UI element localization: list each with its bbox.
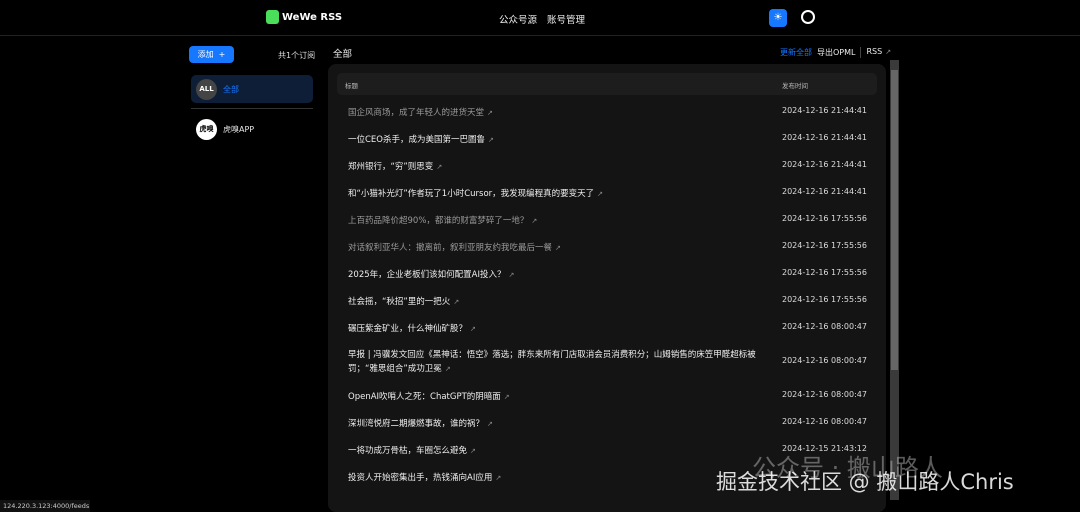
article-title-link[interactable]: 上百药品降价超90%，都谁的财富梦碎了一地？ ↗ — [348, 214, 537, 226]
sidebar-item-label: 全部 — [223, 84, 239, 94]
external-link-icon: ↗ — [470, 325, 476, 333]
article-date: 2024-12-16 17:55:56 — [782, 295, 867, 304]
external-link-icon: ↗ — [488, 136, 494, 144]
article-title: 和“小猫补光灯”作者玩了1小时Cursor，我发现编程真的要变天了 — [348, 189, 595, 199]
external-link-icon: ↗ — [503, 393, 510, 401]
table-header: 标题 发布时间 — [337, 73, 877, 95]
article-date: 2024-12-16 21:44:41 — [782, 187, 867, 196]
theme-toggle-button[interactable]: ☀ — [769, 9, 787, 27]
article-title-link[interactable]: 碾压紫金矿业，什么神仙矿股？ ↗ — [348, 322, 476, 334]
sidebar-item-huxiu[interactable]: 虎嗅 虎嗅APP — [191, 115, 313, 143]
rss-label: RSS — [866, 47, 883, 56]
add-feed-button[interactable]: 添加 + — [189, 46, 234, 63]
rss-logo-icon — [266, 10, 279, 24]
article-title-link[interactable]: 一位CEO杀手，成为美国第一巴圖鲁 ↗ — [348, 133, 494, 145]
article-title-link[interactable]: 郑州银行，“穷”则思变 ↗ — [348, 160, 442, 172]
external-link-icon: ↗ — [495, 474, 502, 482]
article-title: 碾压紫金矿业，什么神仙矿股？ — [348, 324, 468, 334]
plus-icon: + — [218, 50, 226, 59]
article-date: 2024-12-16 17:55:56 — [782, 241, 867, 250]
article-title-link[interactable]: 深圳湾悦府二期爆燃事故，谁的祸？ ↗ — [348, 417, 493, 429]
external-link-icon: ↗ — [885, 48, 892, 56]
articles-table: 标题 发布时间 国企风商场，成了年轻人的进货天堂 ↗ 2024-12-16 21:4… — [328, 64, 886, 512]
article-title-link[interactable]: OpenAI吹哨人之死：ChatGPT的阴暗面 ↗ — [348, 390, 510, 402]
export-opml-button[interactable]: 导出OPML — [817, 47, 855, 58]
app-name: WeWe RSS — [282, 11, 343, 23]
sidebar-item-label: 虎嗅APP — [223, 124, 255, 134]
article-title: 对话叙利亚华人：撤离前，叙利亚朋友约我吃最后一餐 — [348, 243, 553, 253]
external-link-icon: ↗ — [453, 298, 460, 306]
subscription-count: 共1个订阅 — [278, 51, 316, 60]
external-link-icon: ↗ — [487, 420, 493, 428]
article-title: OpenAI吹哨人之死：ChatGPT的阴暗面 — [348, 392, 501, 402]
article-title-link[interactable]: 投资人开始密集出手，热钱涌向AI应用 ↗ — [348, 471, 501, 483]
article-title: 早报 | 冯骥发文回应《黑神话：悟空》落选；胖东来所有门店取消会员消费积分；山姆… — [348, 350, 756, 374]
column-date: 发布时间 — [782, 82, 808, 90]
article-title: 国企风商场，成了年轻人的进货天堂 — [348, 108, 485, 118]
top-header: WeWe RSS 公众号源 账号管理 ☀ — [0, 0, 1080, 36]
update-all-button[interactable]: 更新全部 — [780, 47, 812, 58]
article-title-link[interactable]: 2025年，企业老板们该如何配置AI投入？ ↗ — [348, 268, 514, 280]
article-title: 社会摇，“秋招”里的一把火 — [348, 297, 451, 307]
article-date: 2024-12-16 08:00:47 — [782, 322, 867, 331]
article-date: 2024-12-16 21:44:41 — [782, 133, 867, 142]
external-link-icon: ↗ — [487, 109, 493, 117]
sidebar-divider — [191, 108, 313, 109]
external-link-icon: ↗ — [597, 190, 604, 198]
article-date: 2024-12-16 08:00:47 — [782, 356, 867, 365]
avatar: 虎嗅 — [196, 118, 217, 140]
add-label: 添加 — [197, 50, 214, 59]
article-title: 郑州银行，“穷”则思变 — [348, 162, 434, 172]
app-logo[interactable]: WeWe RSS — [266, 10, 342, 24]
article-date: 2024-12-16 17:55:56 — [782, 214, 867, 223]
article-title: 2025年，企业老板们该如何配置AI投入？ — [348, 270, 506, 280]
avatar: ALL — [196, 78, 217, 100]
external-link-icon: ↗ — [555, 244, 561, 252]
external-link-icon: ↗ — [531, 217, 538, 225]
external-link-icon: ↗ — [444, 365, 451, 373]
watermark: 掘金技术社区 @ 搬山路人Chris — [716, 470, 1014, 494]
page-title: 全部 — [333, 49, 353, 60]
article-title-link[interactable]: 国企风商场，成了年轻人的进货天堂 ↗ — [348, 106, 493, 118]
article-title: 一位CEO杀手，成为美国第一巴圖鲁 — [348, 135, 485, 145]
feed-actions: 更新全部 导出OPML RSS ↗ — [780, 47, 891, 58]
rss-link[interactable]: RSS ↗ — [860, 47, 891, 58]
external-link-icon: ↗ — [508, 271, 515, 279]
article-date: 2024-12-16 08:00:47 — [782, 390, 867, 399]
article-date: 2024-12-16 08:00:47 — [782, 417, 867, 426]
sidebar-item-all[interactable]: ALL 全部 — [191, 75, 313, 103]
article-date: 2024-12-16 21:44:41 — [782, 106, 867, 115]
article-title-link[interactable]: 社会摇，“秋招”里的一把火 ↗ — [348, 295, 459, 307]
article-title-link[interactable]: 一将功成万骨枯，车圈怎么避免 ↗ — [348, 444, 476, 456]
sun-icon: ☀ — [773, 12, 783, 23]
article-date: 2024-12-16 17:55:56 — [782, 268, 867, 277]
article-title: 投资人开始密集出手，热钱涌向AI应用 — [348, 473, 493, 483]
status-url: 124.220.3.123:4000/feeds — [0, 500, 90, 512]
article-title-link[interactable]: 对话叙利亚华人：撤离前，叙利亚朋友约我吃最后一餐 ↗ — [348, 241, 561, 253]
nav-accounts[interactable]: 账号管理 — [547, 12, 585, 26]
scrollbar-thumb[interactable] — [891, 70, 898, 370]
nav-feeds[interactable]: 公众号源 — [499, 12, 537, 26]
article-title: 深圳湾悦府二期爆燃事故，谁的祸？ — [348, 419, 485, 429]
article-title: 上百药品降价超90%，都谁的财富梦碎了一地？ — [348, 216, 529, 226]
external-link-icon: ↗ — [436, 163, 443, 171]
github-icon[interactable] — [801, 10, 815, 24]
top-nav: 公众号源 账号管理 — [499, 12, 585, 26]
external-link-icon: ↗ — [470, 447, 476, 455]
article-title-link[interactable]: 早报 | 冯骥发文回应《黑神话：悟空》落选；胖东来所有门店取消会员消费积分；山姆… — [348, 348, 758, 376]
scrollbar[interactable] — [890, 60, 899, 500]
article-title-link[interactable]: 和“小猫补光灯”作者玩了1小时Cursor，我发现编程真的要变天了 ↗ — [348, 187, 603, 199]
column-title: 标题 — [345, 82, 358, 90]
article-date: 2024-12-16 21:44:41 — [782, 160, 867, 169]
article-title: 一将功成万骨枯，车圈怎么避免 — [348, 446, 468, 456]
